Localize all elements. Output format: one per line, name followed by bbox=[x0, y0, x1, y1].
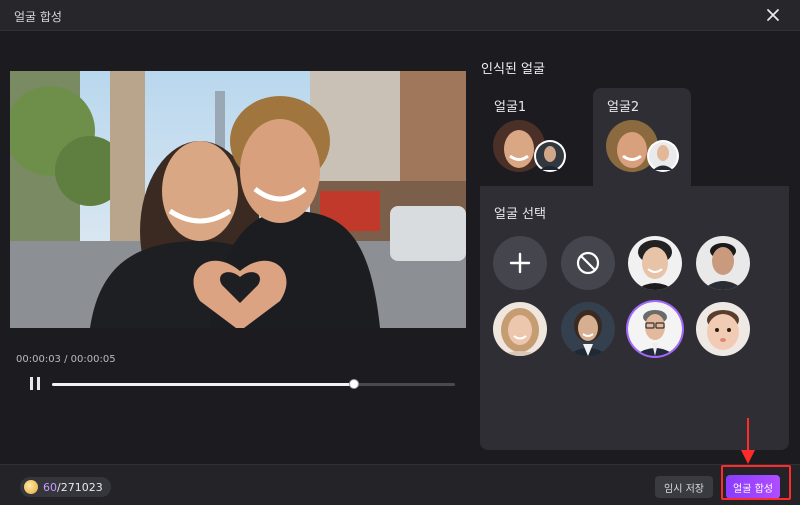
face-glasses-man-image bbox=[628, 302, 682, 356]
tab-face-1[interactable]: 얼굴1 bbox=[480, 88, 578, 188]
tab-face-2[interactable]: 얼굴2 bbox=[593, 88, 691, 188]
credits-total: /271023 bbox=[57, 480, 103, 494]
face-1-thumbnails bbox=[493, 120, 566, 172]
playback-progress bbox=[52, 383, 355, 386]
face-swap-button[interactable]: 얼굴 합성 bbox=[726, 475, 780, 499]
temp-save-button[interactable]: 임시 저장 bbox=[655, 476, 713, 498]
recognized-faces-title: 인식된 얼굴 bbox=[481, 62, 545, 77]
no-entry-icon bbox=[576, 251, 600, 275]
face-short-hair-man-image bbox=[696, 236, 750, 290]
face-young-man-image bbox=[628, 236, 682, 290]
face-selection-title: 얼굴 선택 bbox=[494, 207, 546, 222]
face-option-glasses-man[interactable] bbox=[628, 302, 682, 356]
credits-badge: 60 /271023 bbox=[20, 477, 111, 497]
playback-time: 00:00:03 / 00:00:05 bbox=[16, 354, 116, 365]
face-selection-panel: 얼굴 선택 bbox=[480, 186, 789, 450]
face-blonde-woman-image bbox=[493, 302, 547, 356]
coin-icon bbox=[24, 480, 38, 494]
playback-slider-thumb[interactable] bbox=[349, 379, 360, 389]
face-option-young-man[interactable] bbox=[628, 236, 682, 290]
face-option-baby[interactable] bbox=[696, 302, 750, 356]
add-face-button[interactable] bbox=[493, 236, 547, 290]
face-2-thumbnails bbox=[606, 120, 679, 172]
window-title: 얼굴 합성 bbox=[14, 10, 62, 24]
face-business-woman-image bbox=[561, 302, 615, 356]
credits-used: 60 bbox=[43, 480, 57, 494]
face-option-short-hair-man[interactable] bbox=[696, 236, 750, 290]
close-icon[interactable] bbox=[764, 6, 782, 24]
video-preview bbox=[10, 71, 466, 328]
no-face-button[interactable] bbox=[561, 236, 615, 290]
video-frame-image bbox=[10, 71, 466, 328]
plus-icon bbox=[509, 252, 531, 274]
title-bar: 얼굴 합성 bbox=[0, 0, 800, 31]
footer-bar: 60 /271023 임시 저장 얼굴 합성 bbox=[0, 464, 800, 505]
face-option-blonde-woman[interactable] bbox=[493, 302, 547, 356]
tab-face-2-label: 얼굴2 bbox=[607, 100, 640, 115]
playback-slider[interactable] bbox=[52, 379, 455, 389]
face-baby-image bbox=[696, 302, 750, 356]
face-option-business-woman[interactable] bbox=[561, 302, 615, 356]
pause-icon[interactable] bbox=[29, 377, 41, 390]
tab-face-1-label: 얼굴1 bbox=[494, 100, 527, 115]
